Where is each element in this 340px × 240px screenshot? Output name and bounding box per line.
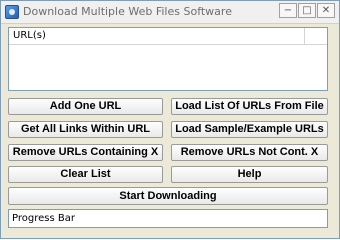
maximize-button[interactable]: □ (298, 3, 316, 18)
minimize-button[interactable]: − (279, 3, 297, 18)
load-sample-urls-button[interactable]: Load Sample/Example URLs (171, 121, 328, 138)
app-icon (5, 5, 19, 19)
help-button[interactable]: Help (171, 166, 328, 183)
add-one-url-button[interactable]: Add One URL (8, 98, 163, 115)
get-all-links-button[interactable]: Get All Links Within URL (8, 121, 163, 138)
app-window: Download Multiple Web Files Software − □… (0, 0, 340, 239)
title-bar[interactable]: Download Multiple Web Files Software − □… (1, 1, 339, 24)
remove-urls-containing-button[interactable]: Remove URLs Containing X (8, 144, 163, 161)
clear-list-button[interactable]: Clear List (8, 166, 163, 183)
close-button[interactable]: ✕ (317, 3, 335, 18)
progress-bar: Progress Bar (8, 209, 328, 228)
main-panel: URL(s) Add One URL Load List Of URLs Fro… (1, 24, 339, 238)
url-list[interactable]: URL(s) (8, 27, 328, 91)
url-column-header[interactable]: URL(s) (9, 28, 305, 44)
start-downloading-button[interactable]: Start Downloading (8, 187, 328, 205)
load-list-from-file-button[interactable]: Load List Of URLs From File (171, 98, 328, 115)
remove-urls-not-containing-button[interactable]: Remove URLs Not Cont. X (171, 144, 328, 161)
url-list-header: URL(s) (9, 28, 327, 45)
window-title: Download Multiple Web Files Software (23, 5, 232, 18)
